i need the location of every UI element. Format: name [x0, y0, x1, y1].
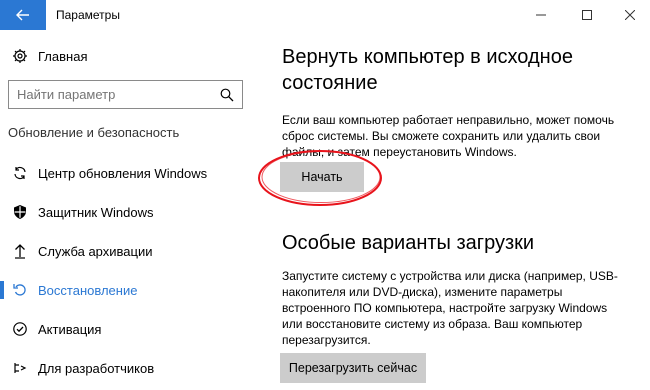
backup-arrow-icon — [10, 241, 30, 261]
advanced-desc-line5: перезагрузится. — [282, 333, 371, 347]
minimize-button[interactable] — [518, 0, 564, 30]
shield-icon — [10, 202, 30, 222]
reset-desc-line3: файлы, и затем переустановить Windows. — [282, 145, 517, 159]
search-field[interactable] — [8, 80, 243, 109]
arrow-left-icon — [16, 9, 29, 21]
main-content: Вернуть компьютер в исходное состояние Е… — [255, 30, 650, 390]
sidebar-item-windows-update[interactable]: Центр обновления Windows — [0, 155, 255, 191]
sidebar-item-recovery[interactable]: Восстановление — [0, 272, 255, 308]
reset-desc-line2: сброс системы. Вы сможете сохранить или … — [282, 129, 601, 143]
sidebar-item-home[interactable]: Главная — [0, 38, 255, 74]
sidebar-item-label: Для разработчиков — [38, 360, 155, 376]
close-button[interactable] — [610, 0, 650, 30]
advanced-startup-title: Особые варианты загрузки — [282, 232, 535, 254]
back-button[interactable] — [0, 0, 46, 30]
sidebar-item-label: Главная — [38, 48, 88, 64]
maximize-button[interactable] — [564, 0, 610, 30]
title-bar: Параметры — [0, 0, 650, 30]
developer-icon — [10, 358, 30, 378]
advanced-desc-line2: накопителя или DVD-диска), измените пара… — [282, 285, 563, 299]
sidebar-item-backup[interactable]: Служба архивации — [0, 233, 255, 269]
minimize-icon — [536, 14, 546, 16]
reset-title-line1: Вернуть компьютер в исходное — [282, 46, 573, 68]
sidebar-item-activation[interactable]: Активация — [0, 311, 255, 347]
check-circle-icon — [10, 319, 30, 339]
window-title: Параметры — [56, 8, 120, 22]
sidebar-item-label: Служба архивации — [38, 243, 153, 259]
sidebar-item-label: Восстановление — [38, 282, 138, 298]
advanced-desc-line1: Запустите систему с устройства или диска… — [282, 269, 618, 283]
close-icon — [625, 10, 635, 20]
sidebar-item-label: Центр обновления Windows — [38, 165, 208, 181]
search-icon — [220, 88, 234, 101]
section-title: Обновление и безопасность — [8, 125, 180, 140]
reset-title-line2: состояние — [282, 72, 378, 94]
search-input[interactable] — [17, 87, 207, 102]
start-reset-button[interactable]: Начать — [280, 162, 364, 192]
restart-now-button[interactable]: Перезагрузить сейчас — [280, 353, 426, 383]
recovery-icon — [10, 280, 30, 300]
sidebar-item-label: Активация — [38, 321, 102, 337]
advanced-desc-line4: или восстановите систему из образа. Ваш … — [282, 317, 583, 331]
sidebar: Главная Обновление и безопасность Центр … — [0, 30, 255, 390]
maximize-icon — [582, 10, 592, 20]
sidebar-item-developers[interactable]: Для разработчиков — [0, 350, 255, 386]
sync-icon — [10, 163, 30, 183]
sidebar-item-label: Защитник Windows — [38, 204, 154, 220]
gear-icon — [10, 46, 30, 66]
reset-desc-line1: Если ваш компьютер работает неправильно,… — [282, 113, 615, 127]
sidebar-item-defender[interactable]: Защитник Windows — [0, 194, 255, 230]
advanced-desc-line3: встроенного ПО компьютера, настройте заг… — [282, 301, 608, 315]
active-indicator — [0, 281, 4, 299]
